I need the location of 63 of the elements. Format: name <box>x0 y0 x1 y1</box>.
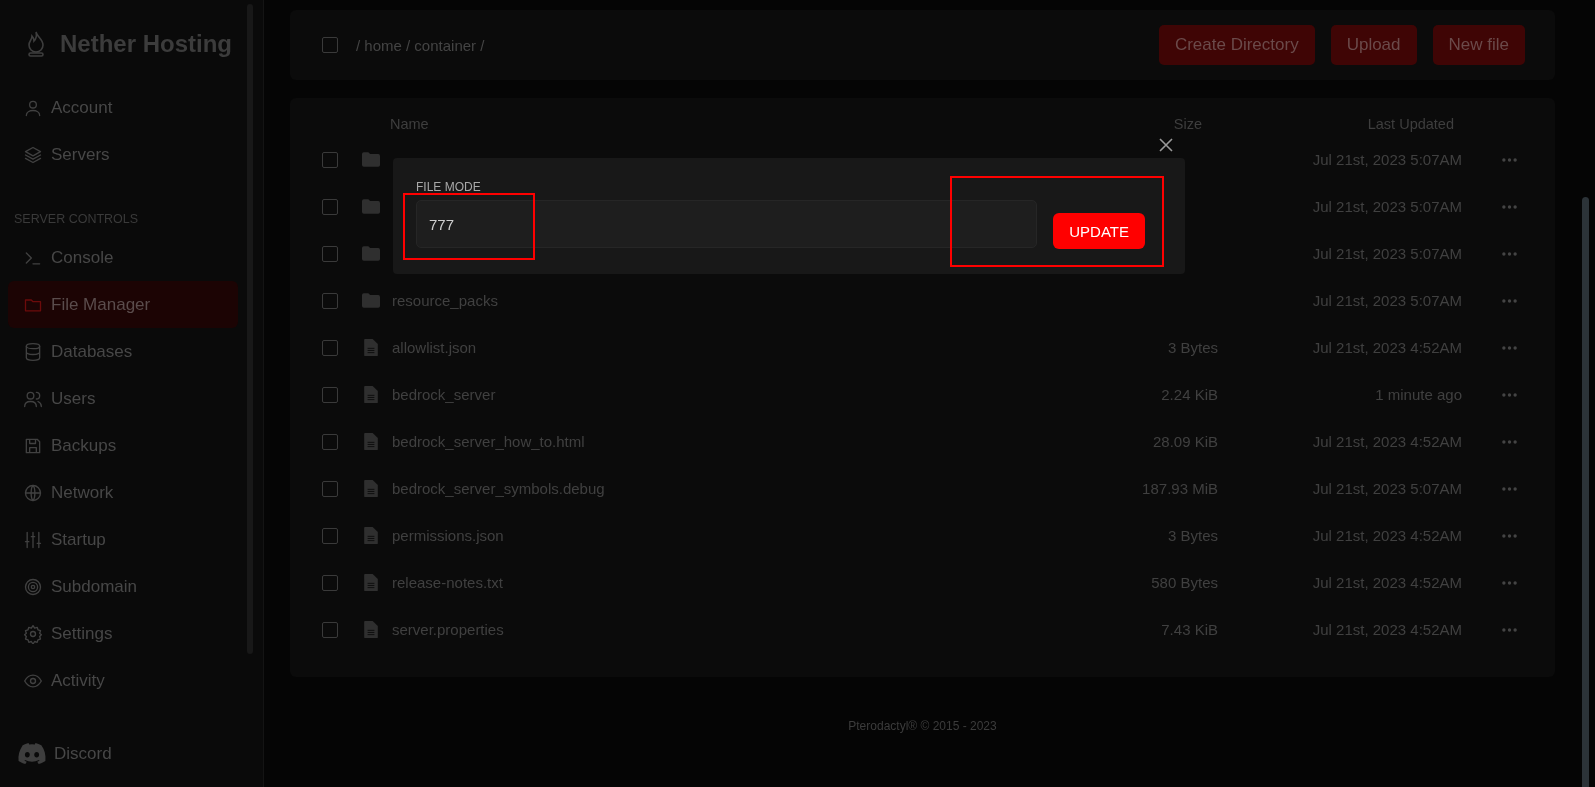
close-icon[interactable] <box>1158 137 1174 153</box>
more-icon[interactable] <box>1502 251 1517 256</box>
row-checkbox[interactable] <box>322 621 338 638</box>
nav-item[interactable]: Console <box>8 234 238 281</box>
row-checkbox[interactable] <box>322 151 338 168</box>
row-checkbox[interactable] <box>322 292 338 309</box>
nav-item[interactable]: Account <box>8 84 238 131</box>
select-all-checkbox[interactable] <box>322 37 338 53</box>
folder-icon <box>362 198 380 215</box>
scrollbar[interactable] <box>1582 197 1589 787</box>
nav-item[interactable]: Network <box>8 469 238 516</box>
more-icon[interactable] <box>1502 486 1517 491</box>
document-icon <box>362 433 380 450</box>
nav-item[interactable]: Activity <box>8 657 238 704</box>
more-icon[interactable] <box>1502 439 1517 444</box>
document-icon <box>362 621 380 638</box>
document-icon <box>362 527 380 544</box>
row-checkbox[interactable] <box>322 574 338 591</box>
breadcrumb: / home / container / <box>356 36 485 54</box>
row-checkbox[interactable] <box>322 480 338 497</box>
nav-item[interactable]: Servers <box>8 131 238 178</box>
toolbar-button[interactable]: Upload <box>1330 25 1417 65</box>
layers-icon <box>23 144 43 165</box>
target-icon <box>23 576 43 597</box>
more-icon[interactable] <box>1502 298 1517 303</box>
nav-item[interactable]: Databases <box>8 328 238 375</box>
row-checkbox[interactable] <box>322 339 338 356</box>
db-icon <box>23 341 43 362</box>
more-icon[interactable] <box>1502 392 1517 397</box>
row-checkbox[interactable] <box>322 245 338 262</box>
document-icon <box>362 480 380 497</box>
row-checkbox[interactable] <box>322 527 338 544</box>
document-icon <box>362 386 380 403</box>
folder-icon <box>362 292 380 309</box>
folder-icon <box>362 151 380 168</box>
game-controller-icon <box>18 743 46 764</box>
row-checkbox[interactable] <box>322 386 338 403</box>
toolbar-button[interactable]: New file <box>1432 25 1525 65</box>
more-icon[interactable] <box>1502 157 1517 162</box>
folder-icon <box>362 245 380 262</box>
settings-icon <box>23 623 43 644</box>
sliders-icon <box>23 529 43 550</box>
more-icon[interactable] <box>1502 627 1517 632</box>
update-button[interactable]: UPDATE <box>1053 213 1145 249</box>
row-checkbox[interactable] <box>322 198 338 215</box>
more-icon[interactable] <box>1502 204 1517 209</box>
field-label: FILE MODE <box>416 180 481 194</box>
row-checkbox[interactable] <box>322 433 338 450</box>
toolbar-button[interactable]: Create Directory <box>1158 25 1315 65</box>
document-icon <box>362 574 380 591</box>
nav-item[interactable]: Settings <box>8 610 238 657</box>
nav-item[interactable]: File Manager <box>8 281 238 328</box>
nav-item[interactable]: Users <box>8 375 238 422</box>
more-icon[interactable] <box>1502 533 1517 538</box>
more-icon[interactable] <box>1502 345 1517 350</box>
document-icon <box>362 339 380 356</box>
nav-item[interactable]: Backups <box>8 422 238 469</box>
discord-link[interactable]: Discord <box>8 730 238 777</box>
nav-item[interactable]: Startup <box>8 516 238 563</box>
more-icon[interactable] <box>1502 580 1517 585</box>
file-mode-field[interactable]: 777 <box>416 200 1038 248</box>
nav-item[interactable]: Subdomain <box>8 563 238 610</box>
globe-icon <box>23 482 43 503</box>
